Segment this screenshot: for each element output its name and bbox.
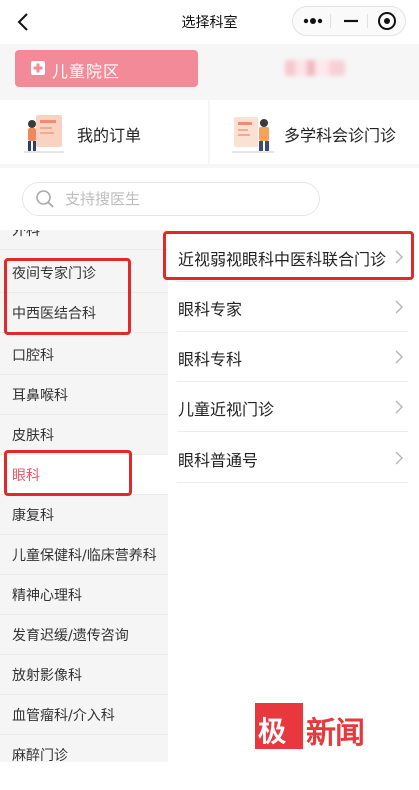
category-item[interactable]: 发育迟缓/遗传咨询 <box>0 615 168 655</box>
mini-program-capsule <box>292 6 406 36</box>
order-cards-row: 我的订单 多学科会诊门诊 <box>0 96 419 168</box>
category-label: 耳鼻喉科 <box>12 388 68 404</box>
category-label: 眼科 <box>12 468 40 484</box>
subdepartment-item[interactable]: 眼科专家 <box>177 282 408 332</box>
chevron-right-icon <box>395 350 403 364</box>
capsule-divider <box>330 14 331 28</box>
category-label: 发育迟缓/遗传咨询 <box>12 628 129 644</box>
mdt-clinic-label: 多学科会诊门诊 <box>284 126 397 145</box>
category-label: 中西医结合科 <box>12 306 96 322</box>
hospital-cross-icon <box>30 60 46 76</box>
search-input[interactable] <box>65 189 305 209</box>
subdepartment-item[interactable]: 儿童近视门诊 <box>177 382 408 432</box>
subdepartment-label: 眼科专科 <box>178 350 243 369</box>
watermark-logo: 极目 <box>255 703 303 788</box>
subdepartment-item[interactable]: 眼科普通号 <box>177 433 408 483</box>
subdepartment-label: 近视弱视眼科中医科联合门诊 <box>178 250 387 269</box>
category-item[interactable]: 皮肤科 <box>0 415 168 455</box>
chevron-right-icon <box>395 300 403 314</box>
category-label: 麻醉门诊 <box>12 748 68 762</box>
campus-strip: 儿童院区 <box>0 44 419 96</box>
capsule-divider <box>367 14 368 28</box>
category-item[interactable]: 康复科 <box>0 495 168 535</box>
campus-label: 儿童院区 <box>52 62 121 81</box>
blurred-region <box>285 60 345 76</box>
category-label: 血管瘤科/介入科 <box>12 708 115 724</box>
mdt-clinic-card[interactable]: 多学科会诊门诊 <box>210 100 419 164</box>
category-item[interactable]: 麻醉门诊 <box>0 735 168 762</box>
close-target-icon[interactable] <box>369 7 405 35</box>
category-label: 外科 <box>12 230 40 239</box>
category-label: 康复科 <box>12 508 54 524</box>
subdepartment-list: 近视弱视眼科中医科联合门诊 眼科专家 眼科专科 儿童近视门诊 眼科普通号 <box>168 230 419 762</box>
consultation-illustration-icon <box>230 111 276 155</box>
category-item[interactable]: 口腔科 <box>0 335 168 375</box>
subdepartment-label: 眼科普通号 <box>178 451 259 470</box>
category-item[interactable]: 儿童保健科/临床营养科 <box>0 535 168 575</box>
search-area <box>0 168 419 230</box>
category-label: 口腔科 <box>12 348 54 364</box>
my-orders-label: 我的订单 <box>77 126 142 145</box>
minimize-icon[interactable] <box>333 7 369 35</box>
subdepartment-item[interactable]: 近视弱视眼科中医科联合门诊 <box>177 232 408 282</box>
category-label: 精神心理科 <box>12 588 82 604</box>
navigation-bar: 选择科室 <box>0 0 419 44</box>
subdepartment-label: 眼科专家 <box>178 300 243 319</box>
chevron-right-icon <box>395 451 403 465</box>
category-label: 放射影像科 <box>12 668 82 684</box>
category-item[interactable]: 放射影像科 <box>0 655 168 695</box>
category-item[interactable]: 外科 <box>0 230 168 250</box>
category-item[interactable]: 夜间专家门诊 <box>0 253 168 293</box>
chevron-right-icon <box>395 400 403 414</box>
subdepartment-label: 儿童近视门诊 <box>178 400 275 419</box>
my-orders-card[interactable]: 我的订单 <box>0 100 208 164</box>
category-label: 儿童保健科/临床营养科 <box>12 548 157 564</box>
category-item[interactable]: 血管瘤科/介入科 <box>0 695 168 735</box>
subdepartment-item[interactable]: 眼科专科 <box>177 332 408 382</box>
category-label: 皮肤科 <box>12 428 54 444</box>
chevron-right-icon <box>395 250 403 264</box>
watermark-text: 新闻 <box>306 716 365 751</box>
search-box[interactable] <box>22 182 320 216</box>
more-dots-icon[interactable] <box>295 7 331 35</box>
watermark-logo-text: 极目 <box>258 715 286 788</box>
search-icon <box>35 189 55 209</box>
campus-button[interactable]: 儿童院区 <box>15 50 198 87</box>
category-item-active[interactable]: 眼科 <box>0 455 168 495</box>
category-label: 夜间专家门诊 <box>12 266 96 282</box>
category-list: 外科 夜间专家门诊 中西医结合科 口腔科 耳鼻喉科 皮肤科 眼科 康复科 儿童保… <box>0 230 168 762</box>
category-item[interactable]: 耳鼻喉科 <box>0 375 168 415</box>
category-item[interactable]: 中西医结合科 <box>0 293 168 333</box>
category-item[interactable]: 精神心理科 <box>0 575 168 615</box>
orders-illustration-icon <box>22 111 68 155</box>
